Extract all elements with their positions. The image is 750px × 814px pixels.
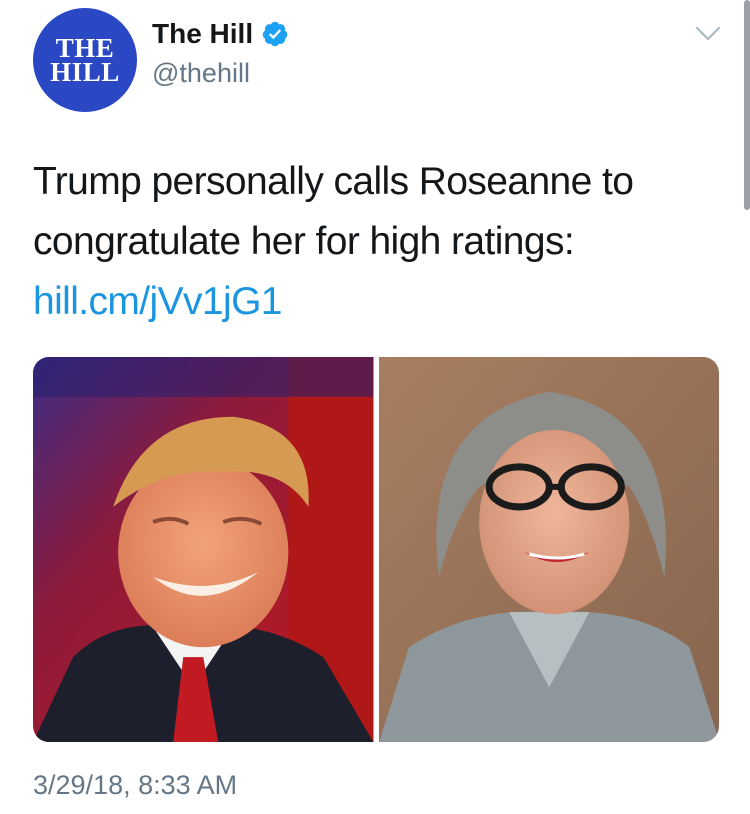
display-name[interactable]: The Hill [152,18,253,50]
photo-right[interactable] [378,357,719,742]
verified-badge-icon [261,20,289,48]
tweet-text-line-1: Trump personally calls Roseanne to [33,160,634,203]
photo-left[interactable] [33,357,374,742]
timestamp: 3/29/18, 8:33 AM [33,770,238,800]
scroll-indicator[interactable] [744,0,750,210]
avatar[interactable]: THE HILL [33,8,137,112]
chevron-down-icon[interactable] [694,24,722,44]
tweet-card: THE HILL The Hill @thehill Trump persona… [0,0,750,814]
avatar-logo-line-2: HILL [50,57,120,87]
tweet-text-line-2: congratulate her for high ratings: [33,220,575,263]
name-row: The Hill [152,18,289,50]
tweet-link[interactable]: hill.cm/jVv1jG1 [33,272,723,332]
tweet-media [33,357,719,742]
author-block: The Hill @thehill [152,18,289,89]
handle[interactable]: @thehill [152,58,289,89]
tweet-text: Trump personally calls Roseanne to congr… [33,152,723,332]
